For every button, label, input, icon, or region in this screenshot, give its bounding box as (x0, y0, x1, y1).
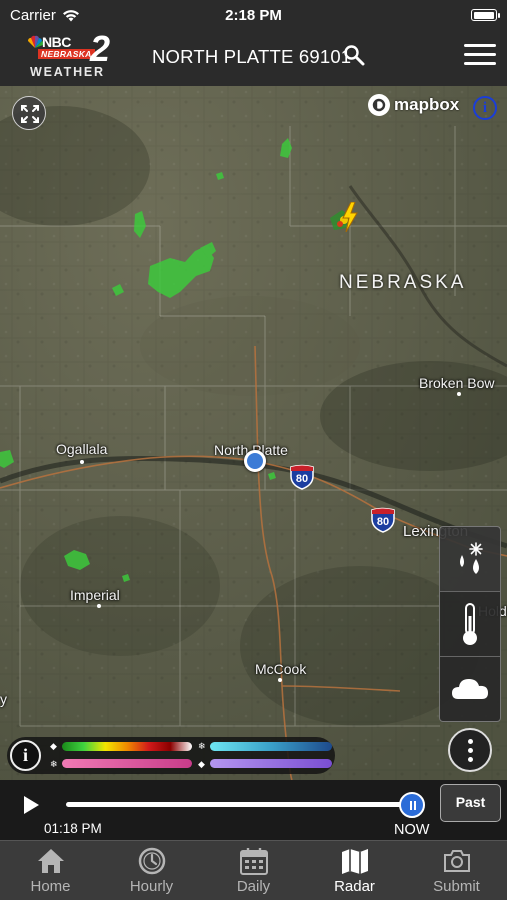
city-dot (97, 604, 101, 608)
station-logo[interactable]: NBC NEBRASKA 2 WEATHER (22, 28, 117, 82)
tab-radar[interactable]: Radar (304, 841, 405, 900)
timeline-start-time: 01:18 PM (44, 821, 102, 836)
tab-hourly[interactable]: Hourly (101, 841, 202, 900)
mapbox-logo-icon (368, 94, 390, 116)
city-dot (80, 460, 84, 464)
search-icon[interactable] (343, 44, 365, 66)
ice-legend-icon: ◆ (198, 759, 205, 769)
tab-home[interactable]: Home (0, 841, 101, 900)
tab-bar: Home Hourly Daily Radar Submit (0, 840, 507, 900)
state-label: NEBRASKA (339, 272, 467, 293)
city-label: Imperial (70, 587, 120, 603)
cloud-icon (452, 679, 488, 699)
interstate-number: 80 (376, 516, 390, 528)
layer-selector (439, 526, 501, 722)
interstate-number: 80 (295, 473, 309, 485)
layer-precipitation[interactable] (440, 527, 500, 591)
current-location-icon[interactable] (244, 450, 266, 472)
app-header: NBC NEBRASKA 2 WEATHER NORTH PLATTE 6910… (0, 28, 507, 86)
interstate-shield: 80 (370, 507, 396, 533)
mix-legend-bar (62, 759, 192, 768)
snow-legend-bar (210, 742, 332, 751)
past-button[interactable]: Past (440, 784, 501, 822)
tab-submit[interactable]: Submit (406, 841, 507, 900)
city-label: McCook (255, 661, 307, 677)
ice-legend-bar (210, 759, 332, 768)
logo-nbc: NBC (42, 34, 71, 50)
carrier-name: Carrier (10, 6, 56, 24)
mapbox-attribution[interactable]: mapbox (368, 94, 459, 116)
layer-clouds[interactable] (440, 657, 500, 721)
mapbox-label: mapbox (394, 95, 460, 114)
tab-home-label: Home (30, 878, 71, 895)
info-icon[interactable]: i (10, 740, 41, 771)
snow-rain-icon (460, 542, 483, 574)
status-bar: Carrier 2:18 PM (0, 0, 507, 30)
play-icon[interactable] (22, 795, 40, 815)
timeline-thumb[interactable] (399, 792, 425, 818)
tab-daily[interactable]: Daily (203, 841, 304, 900)
rain-legend-icon: ◆ (50, 741, 57, 751)
map-icon (342, 849, 368, 874)
timeline-track[interactable] (66, 802, 412, 807)
expand-icon[interactable] (12, 96, 46, 130)
tab-daily-label: Daily (236, 878, 271, 895)
logo-state: NEBRASKA (38, 49, 95, 59)
camera-icon (444, 850, 470, 872)
home-icon (38, 849, 64, 873)
clock-icon (138, 847, 166, 875)
city-label: Ogallala (56, 441, 108, 457)
battery-icon (471, 9, 500, 21)
wifi-icon (62, 9, 79, 21)
calendar-icon (240, 848, 268, 875)
hamburger-menu-icon[interactable] (464, 44, 496, 68)
info-icon[interactable]: i (473, 96, 497, 120)
mix-legend-icon: ❄ (50, 759, 58, 769)
rain-legend-bar (62, 742, 192, 751)
tab-radar-label: Radar (334, 878, 375, 895)
logo-weather: WEATHER (30, 65, 105, 79)
thermometer-icon (463, 603, 477, 645)
logo-number: 2 (90, 28, 111, 69)
lightning-icon (342, 202, 358, 232)
city-dot (278, 678, 282, 682)
more-vertical-icon[interactable] (448, 728, 492, 772)
map-terrain (0, 86, 507, 780)
interstate-shield: 80 (289, 464, 315, 490)
radar-map[interactable]: NEBRASKA Ogallala North Platte Broken Bo… (0, 86, 507, 780)
radar-legend[interactable]: i ◆ ❄ ❄ ◆ (7, 737, 335, 774)
city-label: Broken Bow (419, 375, 495, 391)
carrier-group: Carrier (10, 7, 80, 24)
city-label: y (0, 691, 7, 707)
timeline-end-label: NOW (394, 822, 430, 838)
battery-level (473, 11, 494, 19)
tab-hourly-label: Hourly (129, 878, 174, 895)
layer-temperature[interactable] (440, 592, 500, 656)
city-dot (457, 392, 461, 396)
snow-legend-icon: ❄ (198, 741, 206, 751)
tab-submit-label: Submit (433, 878, 480, 895)
radar-timeline: 01:18 PM NOW Past (0, 780, 507, 840)
location-title[interactable]: NORTH PLATTE 69101 (152, 46, 351, 68)
